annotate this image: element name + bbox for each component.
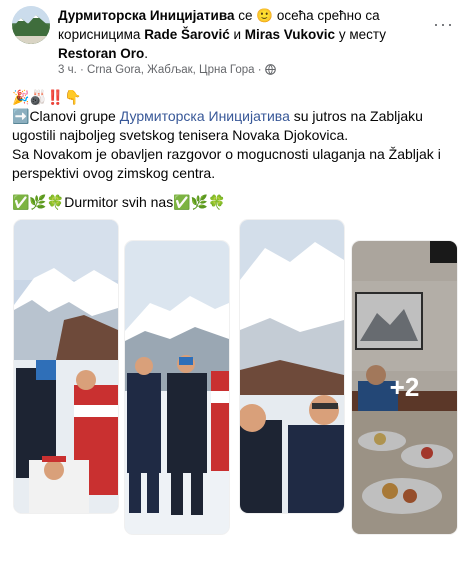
- post-paragraph-1: ➡️Clanovi grupe Дурмиторска Иницијатива …: [12, 107, 458, 145]
- post-body: 🎉🎳‼️👇 ➡️Clanovi grupe Дурмиторска Инициј…: [12, 88, 458, 212]
- globe-icon: [264, 64, 276, 78]
- page-avatar[interactable]: [12, 6, 50, 44]
- post-text-1a: Clanovi grupe: [29, 108, 120, 124]
- arrow-emoji: ➡️: [12, 108, 30, 124]
- post-paragraph-2: Sa Novakom je obavljen razgovor o mogucn…: [12, 146, 441, 181]
- header-text-3: и: [229, 27, 245, 42]
- post-location[interactable]: Crna Gora, Жабљак, Црна Гора: [87, 64, 255, 76]
- meta-separator: ·: [76, 64, 88, 76]
- header-text-4: у месту: [335, 27, 386, 42]
- post-paragraph-3: ✅🌿🍀Durmitor svih nas✅🌿🍀: [12, 193, 458, 212]
- post-time[interactable]: 3 ч.: [58, 64, 77, 76]
- more-options-button[interactable]: ···: [433, 14, 454, 35]
- emoji-group-b: ✅🌿🍀: [173, 194, 226, 210]
- post-meta: 3 ч. · Crna Gora, Жабљак, Црна Гора ·: [58, 64, 276, 78]
- feeling-emoji: 🙂: [256, 8, 274, 23]
- post-header: Дурмиторска Иницијатива се 🙂 осећа срећн…: [58, 6, 418, 63]
- header-text-5: .: [144, 46, 149, 61]
- facebook-post: Дурмиторска Иницијатива се 🙂 осећа срећн…: [0, 0, 468, 562]
- post-photo-3[interactable]: [240, 220, 344, 513]
- group-link[interactable]: Дурмиторска Иницијатива: [120, 108, 290, 124]
- place-link[interactable]: Restoran Oro: [58, 46, 144, 61]
- post-photo-2[interactable]: [125, 241, 229, 534]
- header-text-1: се: [234, 8, 257, 23]
- meta-separator-2: ·: [254, 64, 265, 76]
- post-photo-4[interactable]: +2: [352, 241, 457, 534]
- tagged-person-2[interactable]: Miras Vukovic: [245, 27, 335, 42]
- tagged-person-1[interactable]: Rade Šarović: [144, 27, 230, 42]
- hashtag-text: Durmitor svih nas: [64, 194, 174, 210]
- emoji-group-a: ✅🌿🍀: [12, 194, 65, 210]
- emoji-line: 🎉🎳‼️👇: [12, 89, 82, 105]
- more-photos-overlay[interactable]: +2: [352, 241, 457, 534]
- post-photo-1[interactable]: [14, 220, 118, 513]
- page-name-link[interactable]: Дурмиторска Иницијатива: [58, 8, 234, 23]
